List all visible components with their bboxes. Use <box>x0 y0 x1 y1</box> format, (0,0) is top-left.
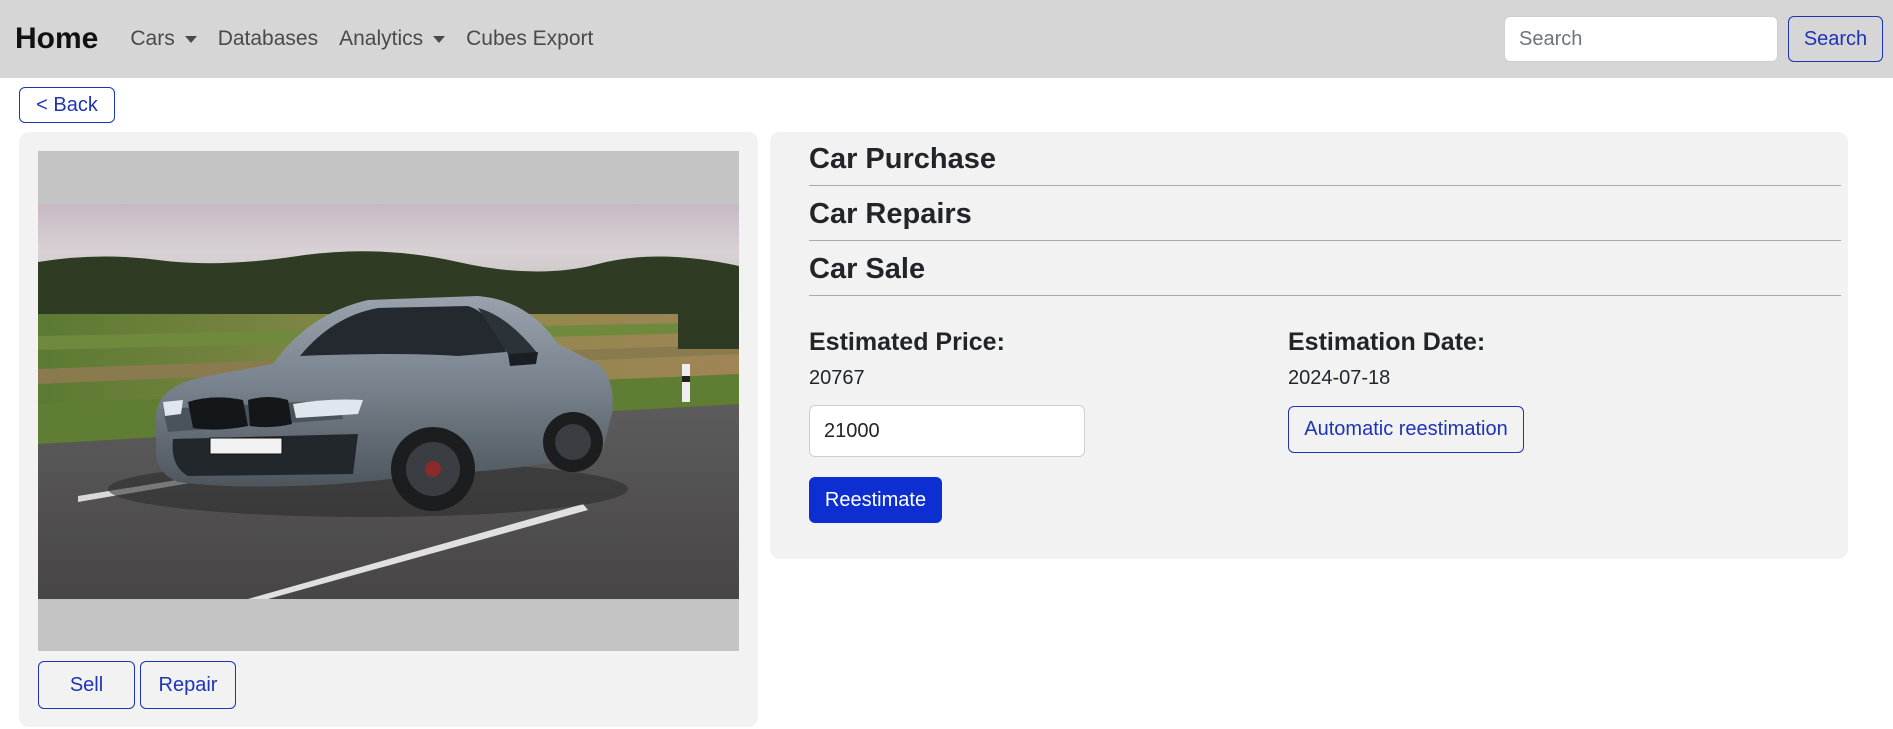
nav-item-cars-label: Cars <box>130 27 175 50</box>
automatic-reestimation-button[interactable]: Automatic reestimation <box>1288 406 1524 453</box>
nav-item-databases-label: Databases <box>217 27 319 50</box>
car-image-frame <box>38 151 739 651</box>
car-photo <box>38 204 739 599</box>
navbar: Home Cars Databases Analytics Cubes Expo… <box>0 0 1893 78</box>
estimation-date-label: Estimation Date: <box>1288 328 1486 356</box>
price-input[interactable] <box>809 405 1085 457</box>
search-button[interactable]: Search <box>1788 16 1883 62</box>
back-button[interactable]: < Back <box>19 87 115 123</box>
brand-home-link[interactable]: Home <box>15 22 98 56</box>
nav-item-databases[interactable]: Databases <box>218 27 318 51</box>
car-image-panel: Sell Repair <box>19 132 758 727</box>
section-car-sale[interactable]: Car Sale <box>809 252 1841 296</box>
chevron-down-icon <box>433 35 446 43</box>
nav-item-analytics[interactable]: Analytics <box>339 27 446 51</box>
search-input[interactable] <box>1504 16 1778 62</box>
car-details-panel: Car Purchase Car Repairs Car Sale Estima… <box>770 132 1848 559</box>
nav-item-cubes-export-label: Cubes Export <box>466 27 594 50</box>
nav-item-cubes-export[interactable]: Cubes Export <box>466 27 593 51</box>
chevron-down-icon <box>184 35 197 43</box>
estimation-date-value: 2024-07-18 <box>1288 367 1391 389</box>
section-car-repairs[interactable]: Car Repairs <box>809 197 1841 241</box>
repair-button[interactable]: Repair <box>140 661 236 709</box>
sell-button[interactable]: Sell <box>38 661 135 709</box>
reestimate-button[interactable]: Reestimate <box>809 477 942 523</box>
nav-item-analytics-label: Analytics <box>339 27 424 50</box>
nav-item-cars[interactable]: Cars <box>130 27 197 51</box>
estimated-price-value: 20767 <box>809 367 865 389</box>
section-car-purchase[interactable]: Car Purchase <box>809 142 1841 186</box>
estimated-price-label: Estimated Price: <box>809 328 1005 356</box>
